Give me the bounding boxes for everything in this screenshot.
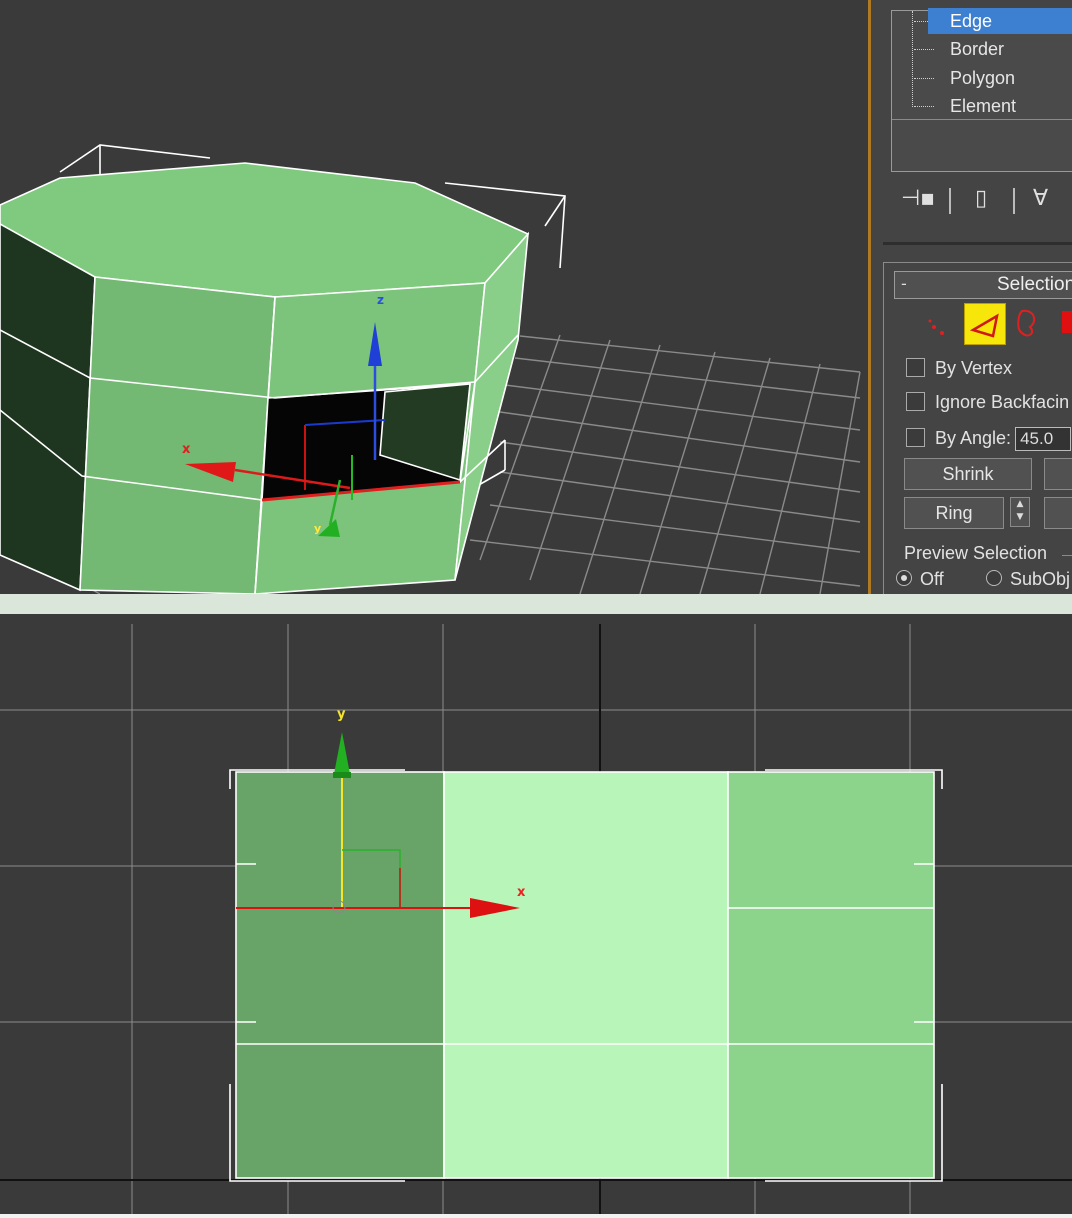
x-axis-label: x <box>182 442 191 457</box>
preview-off-label: Off <box>920 569 944 589</box>
ring-button[interactable]: Ring <box>904 497 1004 529</box>
edge-icon <box>969 313 999 338</box>
selection-rollout-title: Selection <box>997 274 1072 295</box>
border-icon[interactable] <box>1008 305 1044 341</box>
bottom-border <box>0 1214 1072 1218</box>
stack-item-border[interactable]: Border <box>950 36 1004 62</box>
loop-button[interactable] <box>1044 497 1072 529</box>
vertex-icon[interactable] <box>920 305 956 341</box>
perspective-scene: z x y <box>0 144 861 594</box>
stack-item-polygon[interactable]: Polygon <box>950 65 1015 91</box>
by-vertex-checkbox[interactable]: By Vertex <box>906 355 1012 381</box>
selection-rollout: - Selection By Vertex Ignore Backfacin B… <box>883 262 1072 594</box>
by-angle-checkbox[interactable]: By Angle: 45.0 <box>906 425 1072 452</box>
collapse-toggle[interactable]: - <box>901 272 907 296</box>
perspective-viewport[interactable]: z x y Edge Border Polygon Element ⊣▪ ▯ ∀… <box>0 0 1072 594</box>
selection-rollout-header[interactable]: - Selection <box>894 271 1072 299</box>
ignore-backfacing-label: Ignore Backfacin <box>935 392 1070 412</box>
ring-spinner[interactable]: ▲ ▼ <box>1010 497 1030 527</box>
octagonal-prism <box>0 162 530 594</box>
stack-item-element[interactable]: Element <box>950 93 1016 119</box>
modifier-stack: Edge Border Polygon Element <box>891 8 1072 172</box>
y-axis-label-ortho: y <box>337 707 346 722</box>
y-axis-arrow-ortho <box>334 732 350 774</box>
show-end-result-icon[interactable]: ▯ <box>975 186 987 211</box>
x-axis-label-ortho: x <box>517 885 526 900</box>
by-angle-input[interactable]: 45.0 <box>1015 427 1072 452</box>
ignore-backfacing-checkbox[interactable]: Ignore Backfacin <box>906 389 1069 415</box>
z-axis-label: z <box>377 293 384 307</box>
preview-selection-label: Preview Selection <box>904 543 1048 563</box>
preview-off-radio[interactable]: Off <box>896 569 944 590</box>
preview-subobj-radio[interactable]: SubObj <box>986 569 1070 590</box>
front-scene: y x <box>0 624 1072 1214</box>
shrink-button[interactable]: Shrink <box>904 458 1032 490</box>
light-face-column <box>443 771 729 1179</box>
grow-button[interactable] <box>1044 458 1072 490</box>
front-viewport[interactable]: y x <box>0 614 1072 1214</box>
by-angle-label: By Angle: <box>935 428 1012 448</box>
y-axis-label: y <box>314 522 321 535</box>
pin-stack-icon[interactable]: ⊣▪ <box>901 186 935 211</box>
command-panel: Edge Border Polygon Element ⊣▪ ▯ ∀ - Sel… <box>868 0 1072 594</box>
stack-item-edge[interactable]: Edge <box>928 8 1072 34</box>
mid-face-column <box>727 771 935 1179</box>
dark-face-column <box>235 771 445 1179</box>
polygon-icon[interactable] <box>1062 311 1072 333</box>
viewport-divider <box>0 594 1072 614</box>
preview-subobj-label: SubObj <box>1010 569 1071 589</box>
make-unique-icon[interactable]: ∀ <box>1033 186 1048 211</box>
front-faces <box>235 771 935 1179</box>
by-vertex-label: By Vertex <box>935 358 1013 378</box>
edge-mode-button[interactable] <box>964 303 1006 345</box>
